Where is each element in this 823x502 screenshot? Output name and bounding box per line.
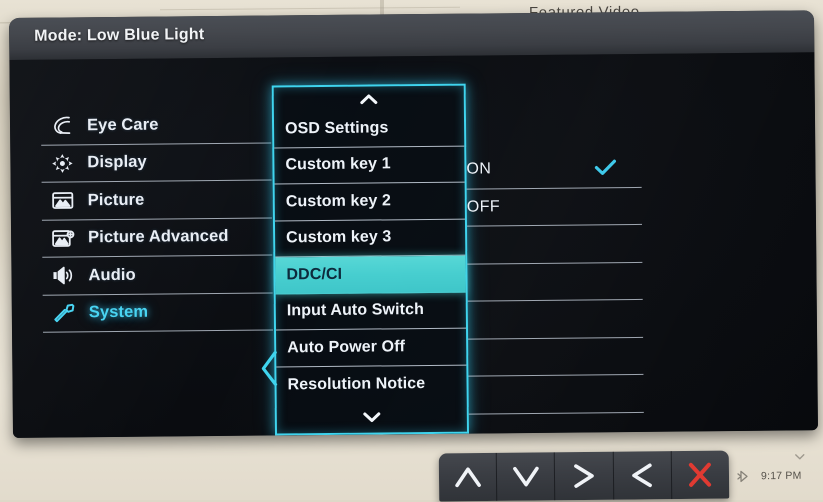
show-hidden-icons-arrow[interactable] <box>795 448 805 456</box>
value-row-empty <box>468 300 643 339</box>
chevron-up-icon <box>358 92 380 105</box>
menu-item-custom-key-2[interactable]: Custom key 2 <box>275 183 465 221</box>
menu-item-label: Input Auto Switch <box>287 301 424 320</box>
value-row-off[interactable]: OFF <box>467 187 642 226</box>
value-row-empty <box>468 375 643 414</box>
value-row-empty <box>467 225 642 264</box>
monitor-key-bar <box>439 450 729 501</box>
menu-item-custom-key-1[interactable]: Custom key 1 <box>274 146 464 184</box>
osd-submenu-panel: OSD Settings Custom key 1 Custom key 2 C… <box>272 84 469 436</box>
menu-item-custom-key-3[interactable]: Custom key 3 <box>275 219 465 257</box>
sidebar-item-audio[interactable]: Audio <box>42 255 272 295</box>
value-label: OFF <box>467 198 500 216</box>
value-row-empty <box>467 262 642 301</box>
menu-item-label: Custom key 2 <box>286 192 391 211</box>
value-row-on[interactable]: ON <box>466 150 641 189</box>
sidebar-item-label: Picture <box>88 190 145 210</box>
osd-sidebar: Eye Care <box>41 105 273 332</box>
sidebar-item-system[interactable]: System <box>43 293 273 333</box>
chevron-down-icon <box>510 463 542 489</box>
sidebar-item-picture-advanced[interactable]: Picture Advanced <box>42 218 272 258</box>
bluetooth-tray-icon[interactable] <box>735 468 753 484</box>
down-button[interactable] <box>497 452 556 501</box>
sidebar-item-label: Picture Advanced <box>88 227 229 247</box>
menu-item-label: Resolution Notice <box>287 375 425 394</box>
menu-item-label: OSD Settings <box>285 119 389 138</box>
menu-item-label: Auto Power Off <box>287 338 405 357</box>
menu-scroll-down[interactable] <box>277 404 467 430</box>
scene: Featured Video Mode: Low Blue Light <box>0 0 823 500</box>
mode-label: Mode: Low Blue Light <box>34 26 204 46</box>
right-button[interactable] <box>555 452 614 501</box>
picture-advanced-icon <box>48 226 78 250</box>
menu-item-input-auto-switch[interactable]: Input Auto Switch <box>276 292 466 330</box>
menu-item-osd-settings[interactable]: OSD Settings <box>274 110 464 148</box>
menu-item-label: Custom key 1 <box>285 156 390 175</box>
desk-seam-line <box>160 7 460 11</box>
osd-value-panel: ON OFF <box>466 150 644 414</box>
display-icon <box>47 151 77 175</box>
sidebar-item-display[interactable]: Display <box>41 143 271 183</box>
menu-scroll-up[interactable] <box>274 86 464 112</box>
left-button[interactable] <box>613 451 672 500</box>
value-label: ON <box>466 161 491 179</box>
sidebar-item-label: Eye Care <box>87 115 159 135</box>
chevron-left-icon <box>627 461 657 489</box>
menu-item-label: Custom key 3 <box>286 229 391 248</box>
sidebar-item-eye-care[interactable]: Eye Care <box>41 105 271 145</box>
up-button[interactable] <box>439 453 498 502</box>
value-row-empty <box>468 337 643 376</box>
checkmark-icon <box>594 159 616 176</box>
wrench-icon <box>49 301 79 325</box>
chevron-down-icon <box>361 410 383 423</box>
sidebar-item-label: Audio <box>88 266 135 285</box>
exit-button[interactable] <box>672 450 730 499</box>
eye-care-icon <box>47 114 77 138</box>
sidebar-item-picture[interactable]: Picture <box>42 180 272 220</box>
sidebar-item-label: Display <box>87 153 147 173</box>
menu-item-ddc-ci[interactable]: DDC/CI <box>275 256 465 294</box>
osd-submenu-list: OSD Settings Custom key 1 Custom key 2 C… <box>274 110 467 404</box>
menu-item-auto-power-off[interactable]: Auto Power Off <box>276 329 466 367</box>
sidebar-item-label: System <box>89 303 148 323</box>
menu-item-resolution-notice[interactable]: Resolution Notice <box>276 365 466 403</box>
monitor-screen: Eye Care <box>9 52 818 438</box>
close-x-icon <box>685 461 715 489</box>
audio-icon <box>48 264 78 288</box>
chevron-up-icon <box>451 464 483 490</box>
picture-icon <box>48 189 78 213</box>
monitor: Mode: Low Blue Light Eye Care <box>9 10 818 438</box>
menu-item-label: DDC/CI <box>286 266 342 285</box>
chevron-right-icon <box>569 462 599 490</box>
windows-taskbar-tray: 9:17 PM <box>735 462 823 491</box>
taskbar-clock[interactable]: 9:17 PM <box>761 470 802 482</box>
